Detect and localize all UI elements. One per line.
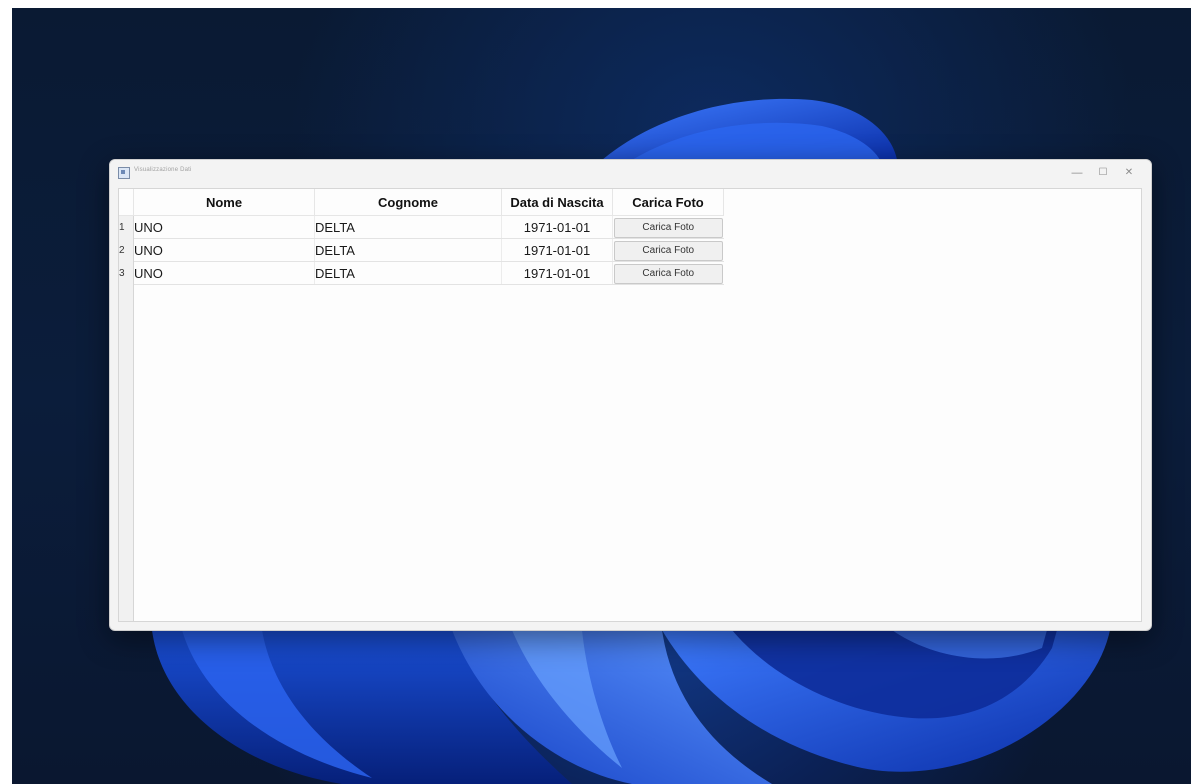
cell-carica-foto: Carica Foto xyxy=(612,238,724,262)
cell-cognome[interactable]: DELTA xyxy=(314,215,502,239)
cell-data-di-nascita[interactable]: 1971-01-01 xyxy=(501,215,613,239)
cell-cognome[interactable]: DELTA xyxy=(314,261,502,285)
data-table: Nome Cognome Data di Nascita Carica Foto… xyxy=(119,189,724,285)
column-header-cognome[interactable]: Cognome xyxy=(314,189,502,216)
row-number[interactable]: 1 xyxy=(119,215,134,239)
cell-carica-foto: Carica Foto xyxy=(612,215,724,239)
row-number[interactable]: 3 xyxy=(119,261,134,285)
table-view[interactable]: Nome Cognome Data di Nascita Carica Foto… xyxy=(118,188,1142,622)
cell-data-di-nascita[interactable]: 1971-01-01 xyxy=(501,238,613,262)
title-bar[interactable]: Visualizzazione Dati — ☐ ✕ xyxy=(110,160,1151,188)
screen-corner xyxy=(0,770,12,784)
cell-nome[interactable]: UNO xyxy=(133,215,315,239)
minimize-button[interactable]: — xyxy=(1065,163,1089,183)
row-number[interactable]: 2 xyxy=(119,238,134,262)
carica-foto-button[interactable]: Carica Foto xyxy=(613,240,723,261)
carica-foto-button[interactable]: Carica Foto xyxy=(613,217,723,238)
cell-nome[interactable]: UNO xyxy=(133,238,315,262)
table-row[interactable]: 1 UNO DELTA 1971-01-01 Carica Foto xyxy=(119,215,724,239)
window-title: Visualizzazione Dati xyxy=(134,167,192,173)
close-button[interactable]: ✕ xyxy=(1117,163,1141,183)
carica-foto-button[interactable]: Carica Foto xyxy=(613,263,723,284)
app-icon xyxy=(118,167,130,179)
corner-cell[interactable] xyxy=(119,189,134,216)
cell-carica-foto: Carica Foto xyxy=(612,261,724,285)
cell-nome[interactable]: UNO xyxy=(133,261,315,285)
column-header-nome[interactable]: Nome xyxy=(133,189,315,216)
column-header-data-di-nascita[interactable]: Data di Nascita xyxy=(501,189,613,216)
cell-cognome[interactable]: DELTA xyxy=(314,238,502,262)
app-window: Visualizzazione Dati — ☐ ✕ Nome Cognome … xyxy=(109,159,1152,631)
table-row[interactable]: 3 UNO DELTA 1971-01-01 Carica Foto xyxy=(119,261,724,285)
table-row[interactable]: 2 UNO DELTA 1971-01-01 Carica Foto xyxy=(119,238,724,262)
maximize-button[interactable]: ☐ xyxy=(1091,163,1115,183)
cell-data-di-nascita[interactable]: 1971-01-01 xyxy=(501,261,613,285)
column-header-carica-foto[interactable]: Carica Foto xyxy=(612,189,724,216)
